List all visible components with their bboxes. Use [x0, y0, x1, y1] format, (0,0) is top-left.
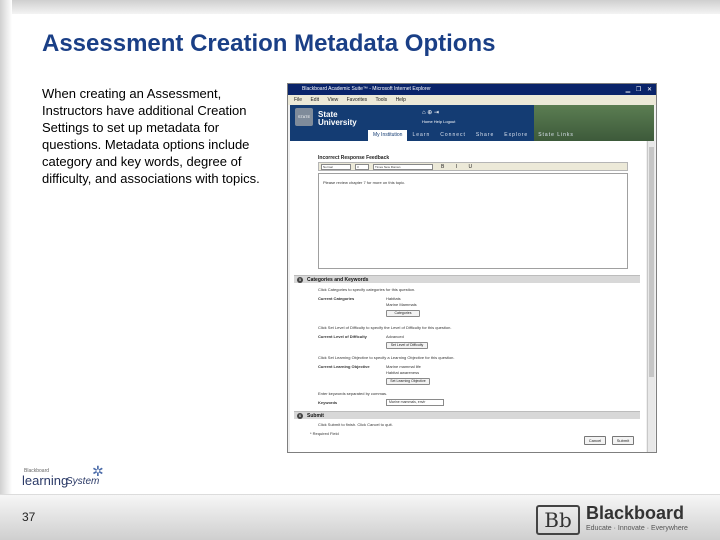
slide-left-shadow: [0, 0, 12, 540]
sparkle-icon: ✲: [92, 463, 104, 479]
browser-menu-bar: File Edit View Favorites Tools Help: [288, 95, 656, 105]
tab-share: Share: [475, 132, 495, 138]
objective-value-1: Marine mammal life: [386, 364, 421, 369]
nav-tabs: My Institution Learn Connect Share Explore St…: [368, 130, 579, 141]
category-value-1: Habitats: [386, 296, 401, 301]
feedback-editor-text: Please review chapter 7 for more on this…: [323, 180, 406, 185]
menu-view: View: [327, 97, 339, 103]
scrollbar-thumb: [649, 147, 654, 377]
state-shield-logo: STATE: [295, 108, 313, 126]
blackboard-tagline: Educate · Innovate · Everywhere: [586, 525, 688, 532]
slide-top-bar: [0, 0, 720, 14]
menu-help: Help: [395, 97, 406, 103]
tab-my-institution: My Institution: [368, 130, 408, 141]
page-number: 37: [22, 510, 36, 524]
slide-title: Assessment Creation Metadata Options: [42, 30, 496, 57]
current-categories-label: Current Categories: [318, 296, 355, 301]
submit-button: Submit: [612, 436, 634, 445]
menu-edit: Edit: [310, 97, 320, 103]
browser-window-screenshot: Blackboard Academic Suite™ - Microsoft I…: [287, 83, 657, 453]
size-select: 3: [355, 164, 369, 170]
bb-mark-icon: Bb: [536, 505, 580, 535]
keywords-instruction: Enter keywords separated by commas.: [318, 391, 388, 396]
font-select: Times New Roman: [373, 164, 433, 170]
learning-system-word: learning: [22, 473, 69, 488]
difficulty-value: Advanced: [386, 334, 404, 339]
objective-instruction: Click Set Learning Objective to specify …: [318, 355, 455, 360]
section-submit-title: Submit: [307, 413, 324, 419]
section-6-number: 6: [297, 413, 303, 419]
university-name-line2: University: [318, 118, 357, 127]
cancel-button: Cancel: [584, 436, 606, 445]
keywords-label: Keywords: [318, 400, 338, 405]
blackboard-name: Blackboard: [586, 503, 685, 523]
objective-value-2: Habitat awareness: [386, 370, 420, 375]
tab-state-links: State Links: [538, 132, 574, 138]
editor-toolbar: Normal 3 Times New Roman B I U: [318, 162, 628, 171]
section-submit-bar: 6 Submit: [294, 411, 640, 419]
menu-file: File: [294, 97, 303, 103]
set-difficulty-button: Set Level of Difficulty: [386, 342, 428, 349]
section-5-number: 5: [297, 277, 303, 283]
feedback-label: Incorrect Response Feedback: [318, 155, 390, 161]
categories-button: Categories: [386, 310, 420, 317]
content-scrollbar: [647, 141, 655, 452]
banner-action-labels: Home Help Logout: [422, 119, 456, 124]
window-title: Blackboard Academic Suite™ - Microsoft I…: [302, 86, 431, 92]
section-categories-bar: 5 Categories and Keywords: [294, 275, 640, 283]
style-select: Normal: [321, 164, 351, 170]
category-value-2: Marine Mammals: [386, 302, 417, 307]
objective-label: Current Learning Objective: [318, 364, 370, 369]
slide-body-text: When creating an Assessment, Instructors…: [42, 86, 260, 186]
required-field-note: * Required Field: [310, 431, 339, 436]
difficulty-label: Current Level of Difficulty: [318, 334, 367, 339]
difficulty-instruction: Click Set Level of Difficulty to specify…: [318, 325, 452, 330]
blackboard-logo: Bb Blackboard Educate · Innovate · Every…: [536, 503, 716, 537]
window-title-bar: Blackboard Academic Suite™ - Microsoft I…: [288, 84, 656, 95]
learning-system-logo: Blackboard learning System ✲: [22, 463, 112, 491]
format-buttons: B I U: [441, 164, 478, 170]
tab-explore: Explore: [504, 132, 529, 138]
banner-action-icons: ⌂ ⊕ ⇥: [422, 110, 440, 116]
tab-learn: Learn: [412, 132, 431, 138]
feedback-editor: Please review chapter 7 for more on this…: [318, 173, 628, 269]
set-objective-button: Set Learning Objective: [386, 378, 430, 385]
university-banner: STATE State University ⌂ ⊕ ⇥ Home Help L…: [290, 105, 654, 141]
categories-instruction: Click Categories to specify categories f…: [318, 287, 416, 292]
keywords-input: Marine mammals, envir: [386, 399, 444, 406]
submit-instruction: Click Submit to finish. Click Cancel to …: [318, 422, 393, 427]
menu-favorites: Favorites: [346, 97, 368, 103]
page-content: Incorrect Response Feedback Normal 3 Tim…: [290, 141, 646, 452]
section-categories-title: Categories and Keywords: [307, 277, 369, 283]
menu-tools: Tools: [375, 97, 388, 103]
tab-connect: Connect: [440, 132, 466, 138]
